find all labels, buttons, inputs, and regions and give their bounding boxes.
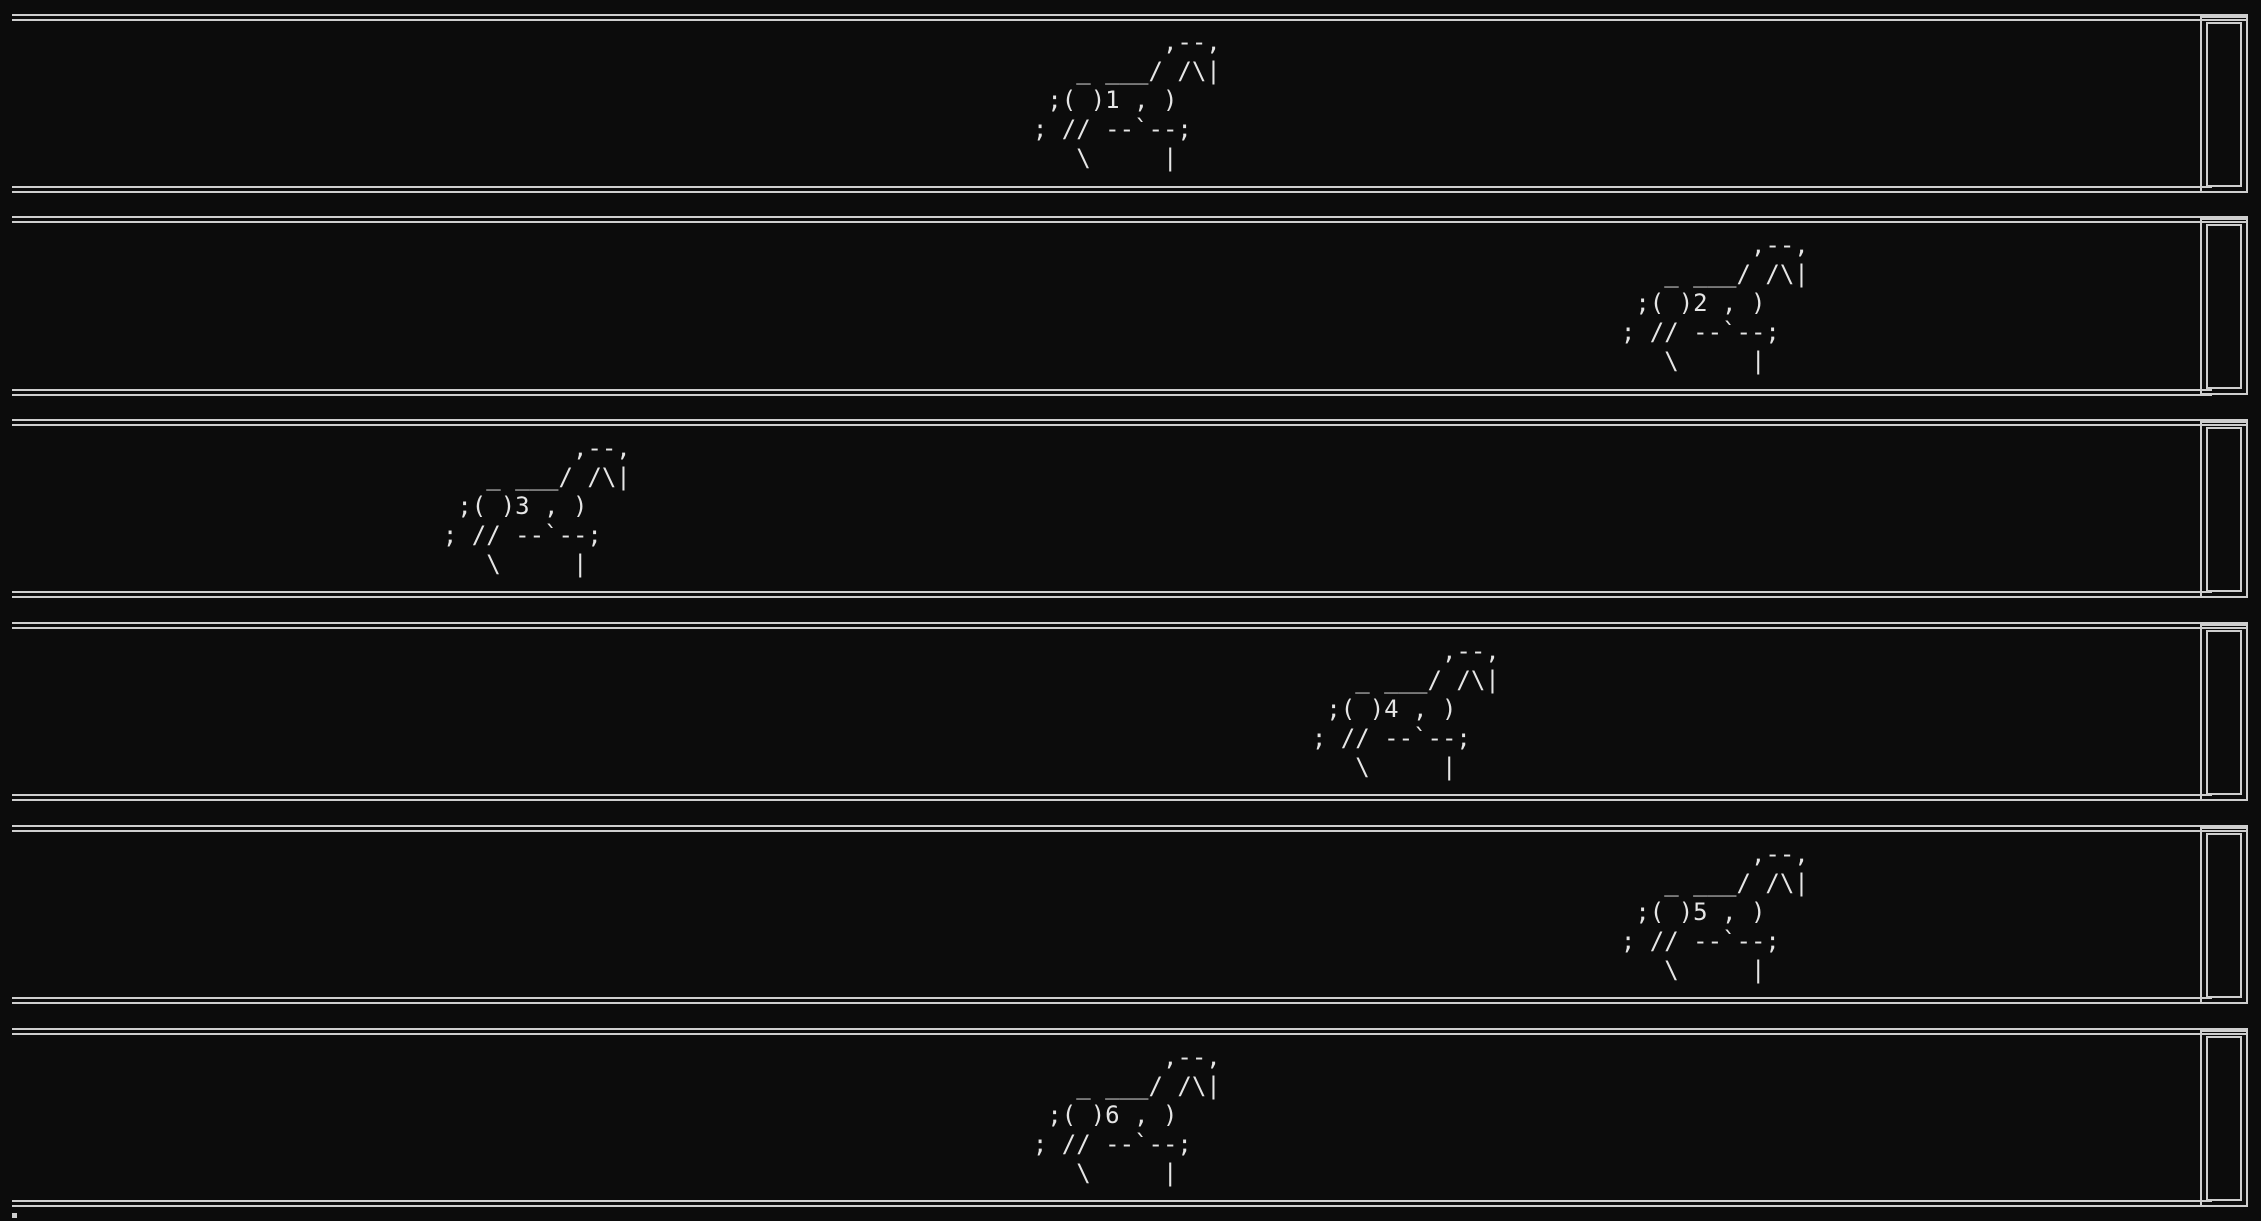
race-track: ,--, _ ___/ /\| ;( )1 , ) ; // --`--; \ … xyxy=(0,0,2261,1221)
lane-5-top-rail xyxy=(12,825,2248,832)
lane-6-finish-post-inner xyxy=(2206,1036,2242,1201)
lane-2-bottom-rail xyxy=(12,389,2212,396)
lane-4-bottom-rail xyxy=(12,794,2212,801)
lane-1-finish-post-inner xyxy=(2206,22,2242,187)
lane-1-horse: ,--, _ ___/ /\| ;( )1 , ) ; // --`--; \ … xyxy=(1032,28,1221,172)
lane-3-top-rail xyxy=(12,419,2248,426)
lane-3-finish-post-inner xyxy=(2206,427,2242,592)
lane-5-bottom-rail xyxy=(12,997,2212,1004)
lane-3-horse: ,--, _ ___/ /\| ;( )3 , ) ; // --`--; \ … xyxy=(442,434,631,578)
lane-6-bottom-rail xyxy=(12,1200,2212,1207)
terminal-cursor xyxy=(12,1213,17,1218)
lane-6-top-rail xyxy=(12,1028,2248,1035)
lane-3-bottom-rail xyxy=(12,591,2212,598)
lane-5-finish-post-inner xyxy=(2206,833,2242,998)
lane-4-finish-post-inner xyxy=(2206,630,2242,795)
lane-1-top-rail xyxy=(12,14,2248,21)
lane-5-horse: ,--, _ ___/ /\| ;( )5 , ) ; // --`--; \ … xyxy=(1620,840,1809,984)
lane-2-finish-post-inner xyxy=(2206,224,2242,389)
lane-1-bottom-rail xyxy=(12,186,2212,193)
lane-2-horse: ,--, _ ___/ /\| ;( )2 , ) ; // --`--; \ … xyxy=(1620,231,1809,375)
lane-4-top-rail xyxy=(12,622,2248,629)
lane-6-horse: ,--, _ ___/ /\| ;( )6 , ) ; // --`--; \ … xyxy=(1032,1043,1221,1187)
lane-4-horse: ,--, _ ___/ /\| ;( )4 , ) ; // --`--; \ … xyxy=(1311,637,1500,781)
lane-2-top-rail xyxy=(12,216,2248,223)
